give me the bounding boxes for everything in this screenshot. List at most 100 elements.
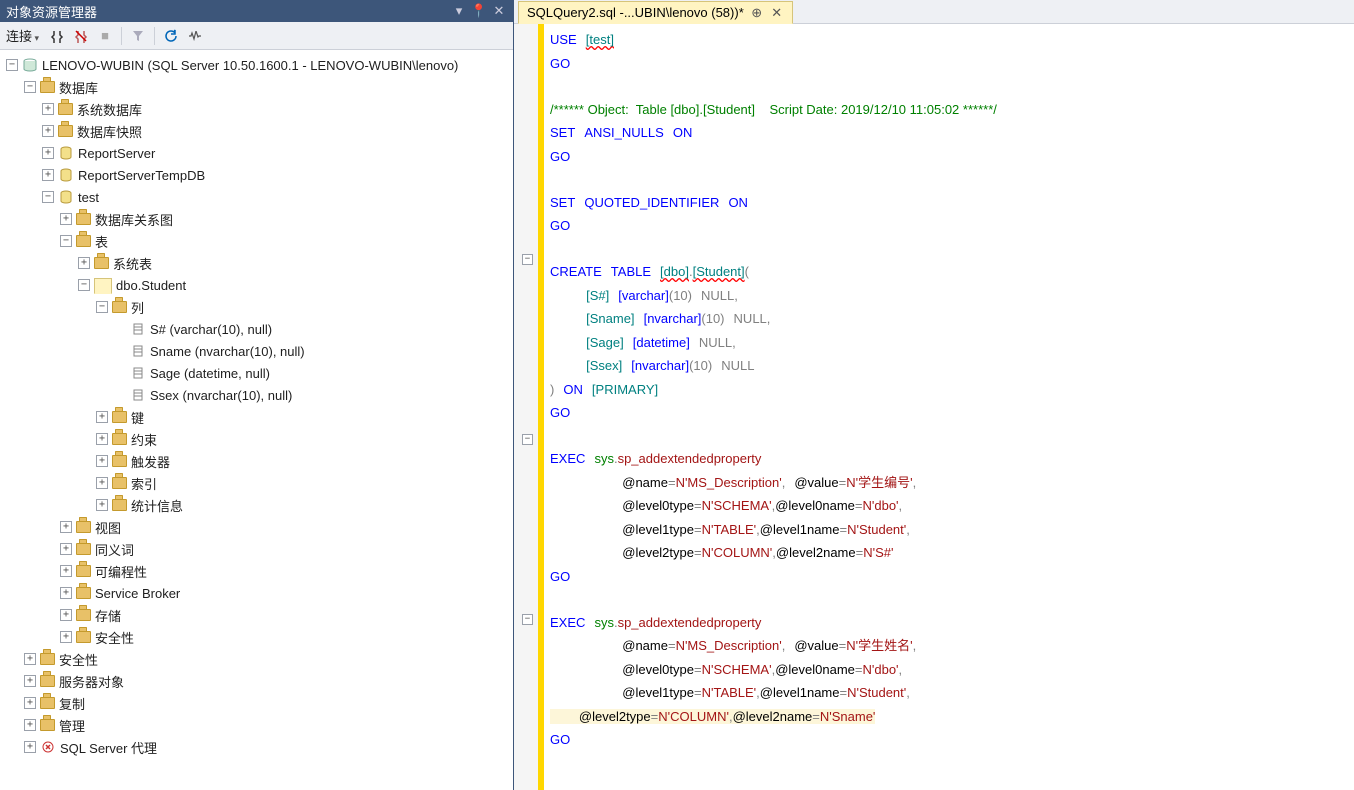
management-node[interactable]: 管理 xyxy=(59,716,85,735)
expander-icon[interactable]: + xyxy=(96,455,108,467)
disconnect-icon[interactable] xyxy=(71,26,91,46)
change-bar xyxy=(538,24,544,790)
refresh-icon[interactable] xyxy=(161,26,181,46)
column-icon xyxy=(130,365,146,381)
expander-icon[interactable]: + xyxy=(24,653,36,665)
expander-icon[interactable]: + xyxy=(60,213,72,225)
editor-tab[interactable]: SQLQuery2.sql -...UBIN\lenovo (58))* ⊕ ✕ xyxy=(518,1,793,24)
panel-title: 对象资源管理器 xyxy=(6,2,447,21)
snapshot-node[interactable]: 数据库快照 xyxy=(77,122,142,141)
expander-icon[interactable]: + xyxy=(96,411,108,423)
folder-icon xyxy=(58,103,73,115)
close-icon[interactable]: ✕ xyxy=(491,3,507,19)
folder-icon xyxy=(40,653,55,665)
triggers-node[interactable]: 触发器 xyxy=(131,452,170,471)
filter-icon[interactable] xyxy=(128,26,148,46)
pin-icon[interactable]: ⊕ xyxy=(750,6,764,20)
code-area[interactable]: USE [test] GO /****** Object: Table [dbo… xyxy=(544,24,1354,790)
expander-icon[interactable]: − xyxy=(6,59,18,71)
expander-icon[interactable]: + xyxy=(60,565,72,577)
expander-icon[interactable]: − xyxy=(78,279,90,291)
reportservertemp-node[interactable]: ReportServerTempDB xyxy=(78,168,205,183)
expander-icon[interactable]: + xyxy=(42,103,54,115)
col-sname-node[interactable]: Sname (nvarchar(10), null) xyxy=(150,344,305,359)
panel-titlebar: 对象资源管理器 ▾ 📍 ✕ xyxy=(0,0,513,22)
db-security-node[interactable]: 安全性 xyxy=(95,628,134,647)
folder-icon xyxy=(40,719,55,731)
keys-node[interactable]: 键 xyxy=(131,408,144,427)
expander-icon[interactable]: + xyxy=(42,125,54,137)
views-node[interactable]: 视图 xyxy=(95,518,121,537)
expander-icon[interactable]: + xyxy=(60,543,72,555)
expander-icon[interactable]: + xyxy=(60,587,72,599)
dropdown-icon[interactable]: ▾ xyxy=(451,3,467,19)
col-ssex-node[interactable]: Ssex (nvarchar(10), null) xyxy=(150,388,292,403)
folder-icon xyxy=(76,609,91,621)
expander-icon[interactable]: + xyxy=(96,433,108,445)
column-icon xyxy=(130,343,146,359)
stop-icon[interactable]: ■ xyxy=(95,26,115,46)
expander-icon[interactable]: + xyxy=(78,257,90,269)
folder-icon xyxy=(76,521,91,533)
fold-icon[interactable]: − xyxy=(522,434,533,445)
columns-node[interactable]: 列 xyxy=(131,298,144,317)
expander-icon[interactable]: + xyxy=(42,147,54,159)
sysdb-node[interactable]: 系统数据库 xyxy=(77,100,142,119)
constraints-node[interactable]: 约束 xyxy=(131,430,157,449)
reportserver-node[interactable]: ReportServer xyxy=(78,146,155,161)
sql-editor[interactable]: − − − USE [test] GO /****** Object: Tabl… xyxy=(514,24,1354,790)
synonyms-node[interactable]: 同义词 xyxy=(95,540,134,559)
serverobj-node[interactable]: 服务器对象 xyxy=(59,672,124,691)
sb-node[interactable]: Service Broker xyxy=(95,586,180,601)
expander-icon[interactable]: + xyxy=(24,719,36,731)
expander-icon[interactable]: + xyxy=(60,609,72,621)
replication-node[interactable]: 复制 xyxy=(59,694,85,713)
programmability-node[interactable]: 可编程性 xyxy=(95,562,147,581)
expander-icon[interactable]: + xyxy=(60,521,72,533)
fold-icon[interactable]: − xyxy=(522,254,533,265)
tables-node[interactable]: 表 xyxy=(95,232,108,251)
col-s-node[interactable]: S# (varchar(10), null) xyxy=(150,322,272,337)
storage-node[interactable]: 存储 xyxy=(95,606,121,625)
fold-icon[interactable]: − xyxy=(522,614,533,625)
systables-node[interactable]: 系统表 xyxy=(113,254,152,273)
col-sage-node[interactable]: Sage (datetime, null) xyxy=(150,366,270,381)
folder-icon xyxy=(76,235,91,247)
expander-icon[interactable]: + xyxy=(60,631,72,643)
folder-icon xyxy=(112,455,127,467)
folder-icon xyxy=(40,697,55,709)
close-tab-icon[interactable]: ✕ xyxy=(770,6,784,20)
database-icon xyxy=(58,189,74,205)
expander-icon[interactable]: − xyxy=(24,81,36,93)
folder-icon xyxy=(76,587,91,599)
object-explorer-tree[interactable]: −LENOVO-WUBIN (SQL Server 10.50.1600.1 -… xyxy=(0,50,513,790)
expander-icon[interactable]: + xyxy=(24,741,36,753)
indexes-node[interactable]: 索引 xyxy=(131,474,157,493)
column-icon xyxy=(130,387,146,403)
expander-icon[interactable]: + xyxy=(96,499,108,511)
stats-node[interactable]: 统计信息 xyxy=(131,496,183,515)
database-icon xyxy=(58,167,74,183)
connect1-icon[interactable] xyxy=(47,26,67,46)
folder-icon xyxy=(112,477,127,489)
agent-node[interactable]: SQL Server 代理 xyxy=(60,738,157,757)
diagrams-node[interactable]: 数据库关系图 xyxy=(95,210,173,229)
student-table-node[interactable]: dbo.Student xyxy=(116,278,186,293)
folder-icon xyxy=(40,675,55,687)
expander-icon[interactable]: − xyxy=(60,235,72,247)
expander-icon[interactable]: + xyxy=(24,675,36,687)
server-icon xyxy=(22,57,38,73)
column-icon xyxy=(130,321,146,337)
expander-icon[interactable]: − xyxy=(42,191,54,203)
expander-icon[interactable]: − xyxy=(96,301,108,313)
expander-icon[interactable]: + xyxy=(24,697,36,709)
expander-icon[interactable]: + xyxy=(96,477,108,489)
security-node[interactable]: 安全性 xyxy=(59,650,98,669)
test-db-node[interactable]: test xyxy=(78,190,99,205)
server-node[interactable]: LENOVO-WUBIN (SQL Server 10.50.1600.1 - … xyxy=(42,58,458,73)
connect-button[interactable]: 连接 xyxy=(6,26,39,45)
expander-icon[interactable]: + xyxy=(42,169,54,181)
activity-icon[interactable] xyxy=(185,26,205,46)
databases-node[interactable]: 数据库 xyxy=(59,78,98,97)
pin-icon[interactable]: 📍 xyxy=(471,3,487,19)
